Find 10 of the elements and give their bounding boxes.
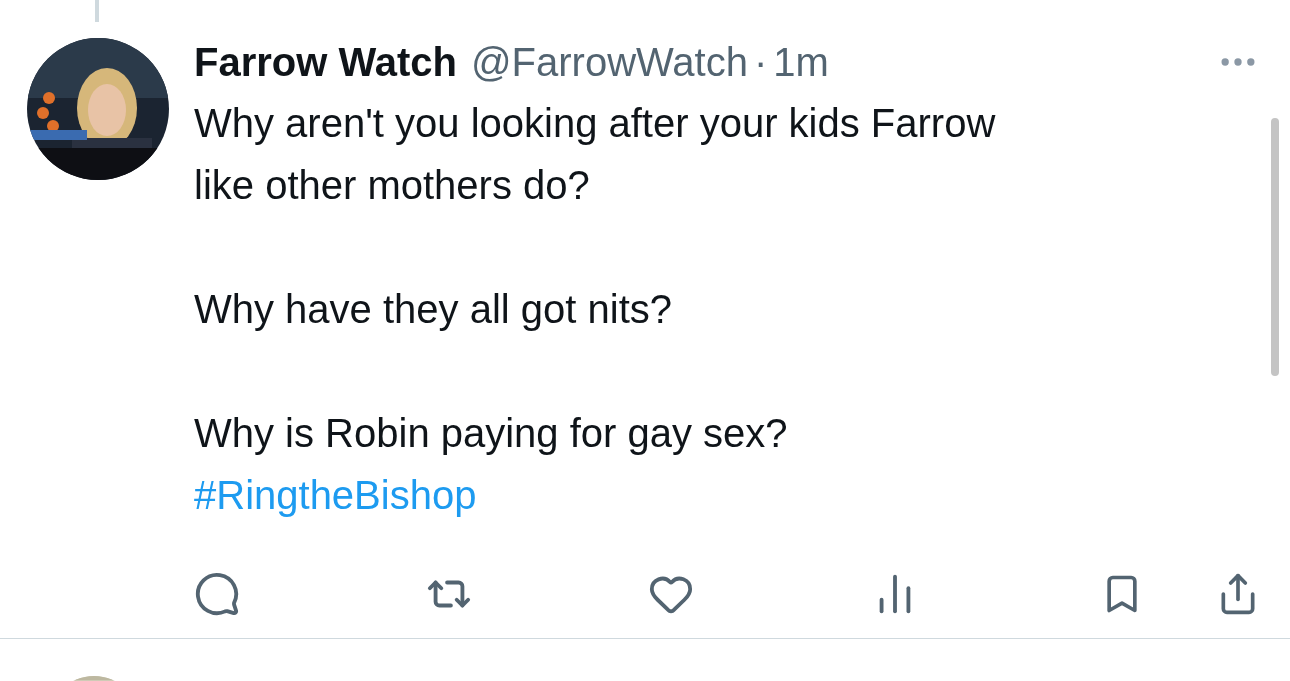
tweet-text: like other mothers do? <box>194 162 590 209</box>
separator: · <box>753 39 768 86</box>
tweet-text: Why is Robin paying for gay sex? <box>194 410 788 457</box>
timestamp[interactable]: 1m <box>773 32 829 92</box>
scrollbar[interactable] <box>1271 118 1279 376</box>
author-name[interactable]: Farrow Watch <box>194 32 457 92</box>
tweet-text: Why have they all got nits? <box>194 286 673 333</box>
reply-icon[interactable] <box>194 571 240 617</box>
tweet-text: Why aren't you looking after your kids Farrow <box>194 100 996 147</box>
author-handle[interactable]: @FarrowWatch <box>471 32 748 92</box>
